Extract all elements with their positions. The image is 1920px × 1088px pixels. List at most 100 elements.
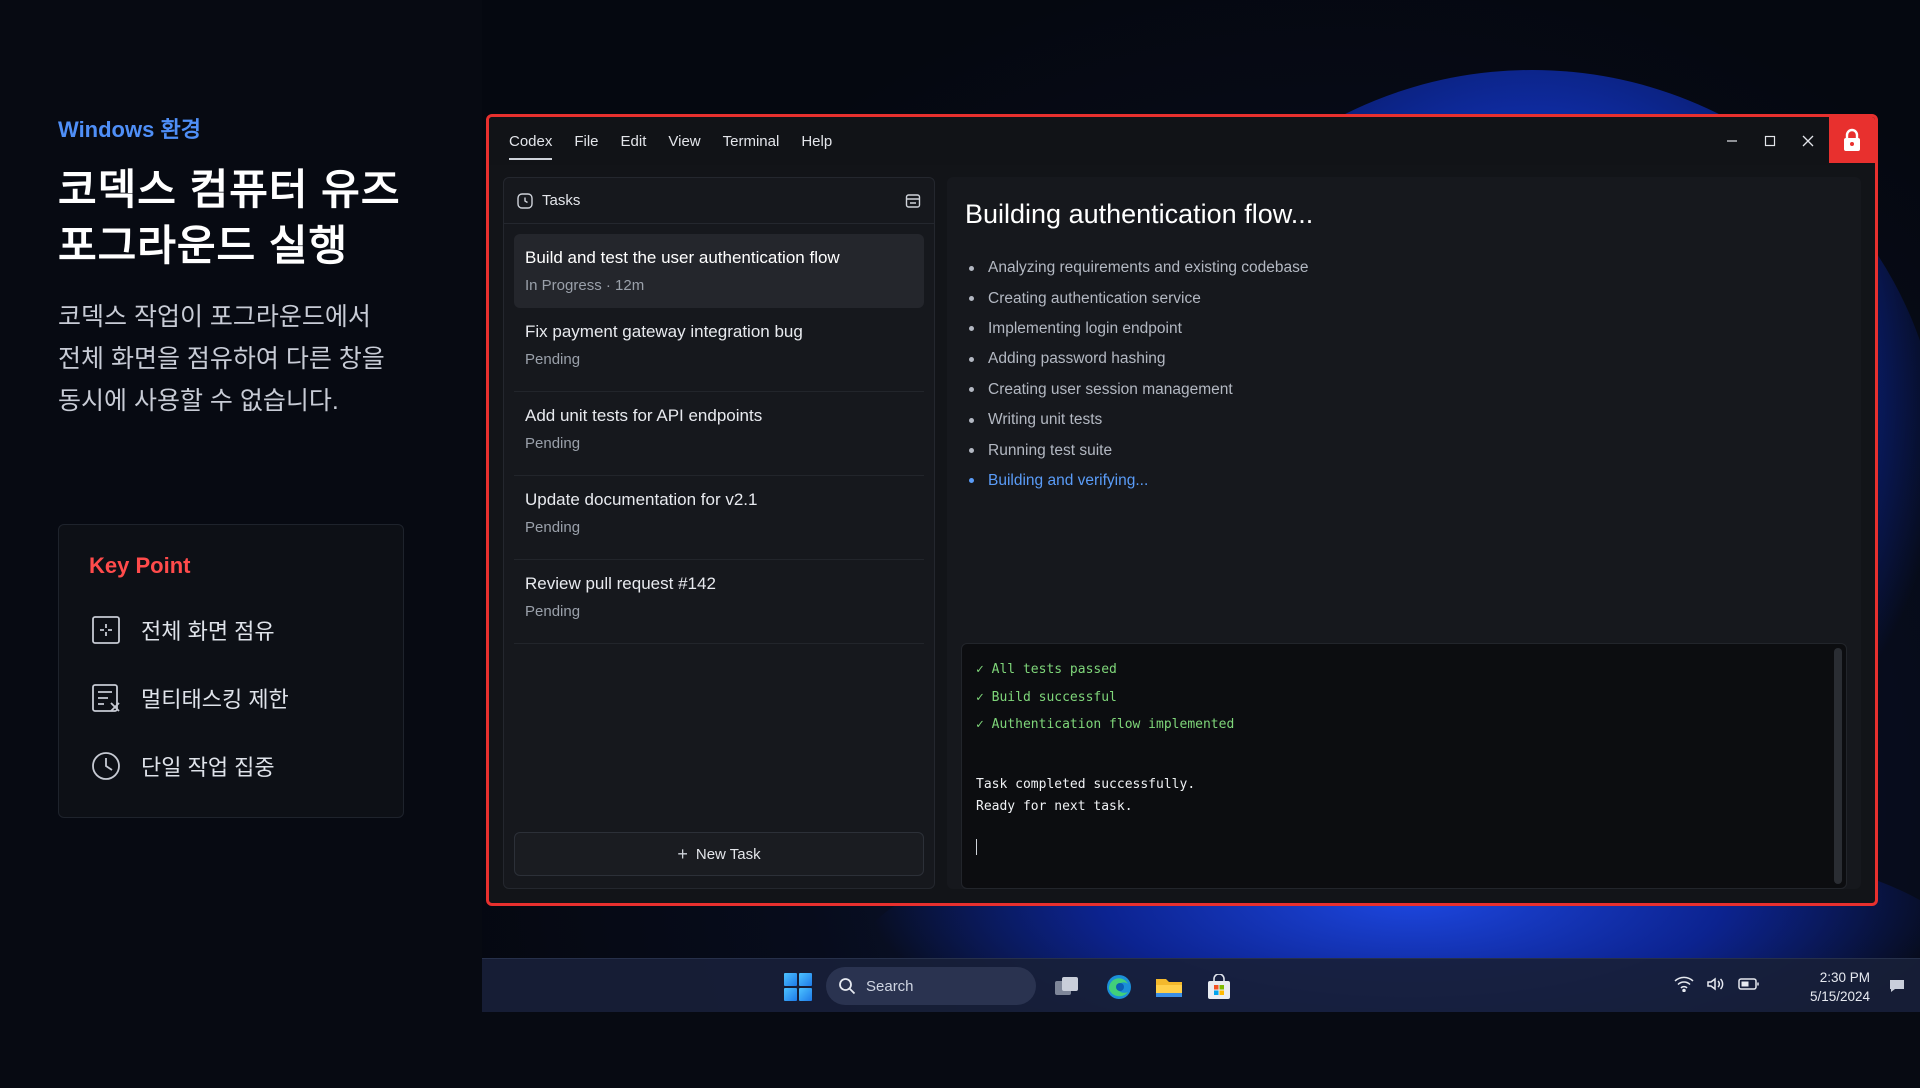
bullet-icon [969,387,974,393]
bullet-icon [969,448,974,454]
title-line-2: 포그라운드 실행 [58,222,349,269]
clock-time: 2:30 PM [1819,970,1870,985]
taskbar-search[interactable]: Search [826,967,1036,1005]
task-item[interactable]: Fix payment gateway integration bug Pend… [514,308,924,392]
tasks-icon [517,192,533,209]
step-label: Running test suite [988,441,1113,459]
env-label: Windows 환경 [58,117,201,142]
wifi-icon[interactable] [1674,976,1694,992]
bullet-icon [969,326,974,332]
key-point-item: 전체 화면 점유 [89,613,373,647]
close-button[interactable] [1789,117,1827,165]
terminal-line: Ready for next task. [976,798,1133,814]
menu-bar: Codex File Edit View Terminal Help [489,117,1875,165]
step-item: Writing unit tests [969,405,1309,435]
terminal-success-line: ✓ All tests passed [976,662,1117,677]
bullet-icon [969,417,974,423]
new-task-label: New Task [695,845,761,863]
search-label: Search [866,977,914,995]
fullscreen-icon [92,616,120,644]
close-icon [1802,135,1814,147]
task-status: In Progress · 12m [525,277,645,294]
terminal-success-line: ✓ Authentication flow implemented [976,717,1235,732]
start-button[interactable] [784,973,812,1001]
new-task-button[interactable]: + New Task [514,832,924,876]
task-detail-title: Building authentication flow... [965,199,1314,229]
task-item[interactable]: Build and test the user authentication f… [514,234,924,308]
step-item: Analyzing requirements and existing code… [969,253,1309,283]
tasks-header: Tasks [504,178,934,224]
bullet-icon [969,478,974,484]
task-status: Pending [525,351,581,368]
task-status: Pending [525,603,581,620]
step-label: Writing unit tests [988,411,1103,429]
terminal-caret [976,838,977,855]
menu-help[interactable]: Help [801,119,832,164]
lock-button[interactable] [1829,117,1875,163]
maximize-button[interactable] [1751,117,1789,165]
menu-view[interactable]: View [668,119,700,164]
key-point-label: 멀티태스킹 제한 [141,687,289,712]
progress-steps: Analyzing requirements and existing code… [969,253,1309,496]
minimize-icon [1727,140,1737,142]
task-title: Fix payment gateway integration bug [525,322,803,341]
minimize-button[interactable] [1713,117,1751,165]
main-title: 코덱스 컴퓨터 유즈 포그라운드 실행 [58,162,418,274]
multitask-limit-icon [92,684,120,712]
terminal-line: Task completed successfully. [976,776,1196,792]
task-title: Add unit tests for API endpoints [525,406,763,425]
task-status: Pending [525,435,581,452]
terminal-scrollbar[interactable] [1834,648,1842,884]
bullet-icon [969,296,974,302]
desc-line-1: 코덱스 작업이 포그라운드에서 [58,303,371,331]
store-icon[interactable] [1204,972,1234,1002]
menu-edit[interactable]: Edit [621,119,647,164]
lock-icon [1844,128,1860,151]
step-label: Analyzing requirements and existing code… [988,259,1309,277]
desc-line-2: 전체 화면을 점유하여 다른 창을 [58,345,385,373]
taskbar: Search 2:30 PM 5/15/2024 [482,958,1920,1012]
task-item[interactable]: Review pull request #142 Pending [514,560,924,644]
plus-icon: + [677,843,688,864]
terminal-success-line: ✓ Build successful [976,689,1117,705]
window-controls [1713,117,1827,165]
notification-icon[interactable] [1888,978,1906,994]
menu-codex[interactable]: Codex [509,119,553,164]
task-view-icon[interactable] [1052,972,1082,1002]
desc-line-3: 동시에 사용할 수 없습니다. [58,387,339,415]
task-item[interactable]: Update documentation for v2.1 Pending [514,476,924,560]
taskbar-clock[interactable]: 2:30 PM 5/15/2024 [1810,968,1870,1006]
battery-icon[interactable] [1738,977,1760,991]
menu-terminal[interactable]: Terminal [723,119,780,164]
task-item[interactable]: Add unit tests for API endpoints Pending [514,392,924,476]
edge-browser-icon[interactable] [1104,972,1134,1002]
clock-icon [92,752,120,780]
info-panel: Windows 환경 코덱스 컴퓨터 유즈 포그라운드 실행 코덱스 작업이 포… [58,112,418,422]
step-item: Running test suite [969,435,1309,465]
title-line-1: 코덱스 컴퓨터 유즈 [58,166,401,213]
key-point-label: 단일 작업 집중 [141,755,275,780]
terminal-output[interactable]: ✓ All tests passed ✓ Build successful ✓ … [961,643,1847,889]
key-point-item: 단일 작업 집중 [89,749,373,783]
task-detail-panel: Building authentication flow... Analyzin… [947,177,1861,889]
step-label: Implementing login endpoint [988,319,1182,337]
task-title: Build and test the user authentication f… [525,248,840,267]
compose-icon[interactable] [904,192,922,210]
clock-date: 5/15/2024 [1809,989,1870,1004]
file-explorer-icon[interactable] [1154,972,1184,1002]
key-point-title: Key Point [89,553,191,578]
step-label: Building and verifying... [988,471,1149,489]
key-point-item: 멀티태스킹 제한 [89,681,373,715]
step-item: Creating user session management [969,375,1309,405]
description: 코덱스 작업이 포그라운드에서 전체 화면을 점유하여 다른 창을 동시에 사용… [58,296,418,422]
volume-icon[interactable] [1706,976,1726,992]
task-title: Review pull request #142 [525,574,716,593]
step-label: Creating user session management [988,380,1233,398]
key-point-label: 전체 화면 점유 [141,619,275,644]
step-label: Creating authentication service [988,289,1201,307]
menu-file[interactable]: File [574,119,598,164]
step-item: Adding password hashing [969,344,1309,374]
bullet-icon [969,356,974,362]
system-tray [1662,976,1760,992]
maximize-icon [1764,135,1776,147]
